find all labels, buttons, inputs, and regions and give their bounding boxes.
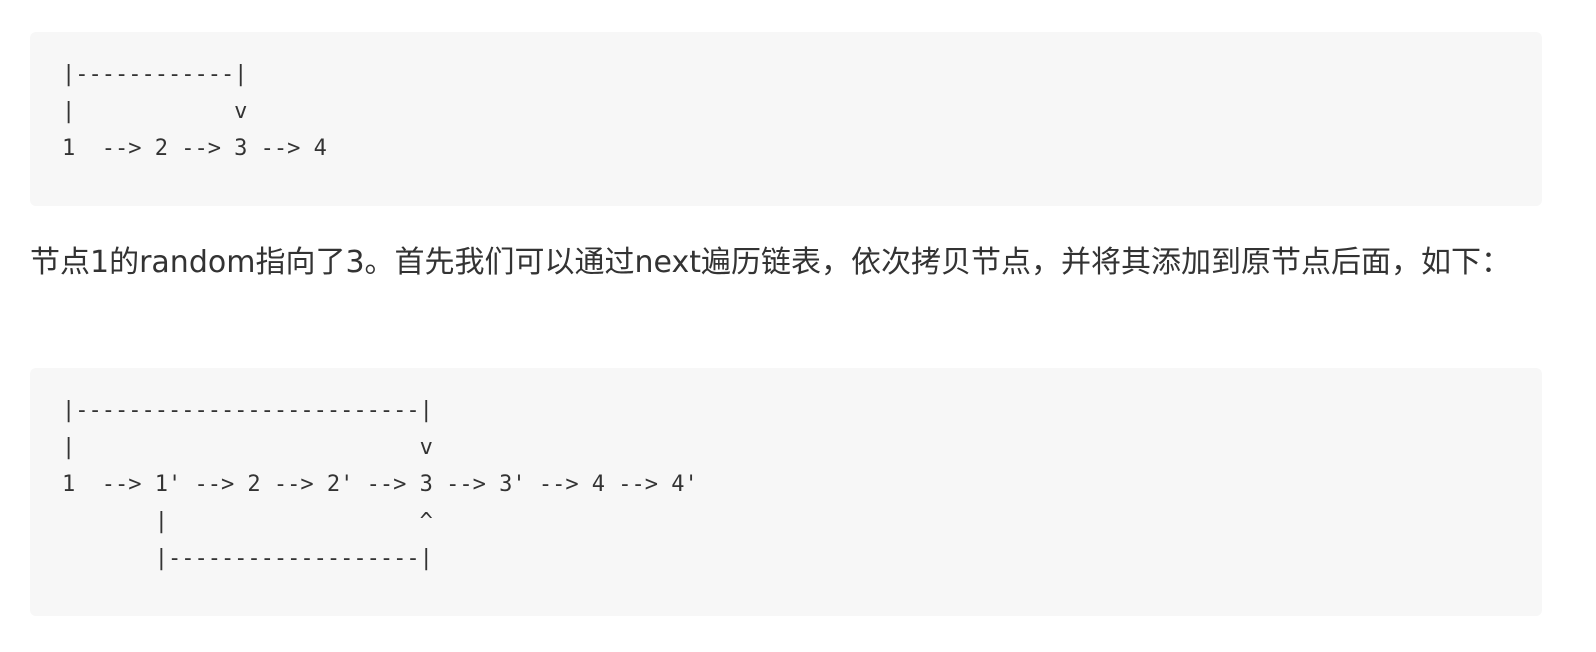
code-block-2: |--------------------------| | v 1 --> 1… [30,368,1542,616]
code-block-1: |------------| | v 1 --> 2 --> 3 --> 4 [30,32,1542,206]
paragraph-text: 节点1的random指向了3。首先我们可以通过next遍历链表，依次拷贝节点，并… [30,245,1511,280]
code-block-2-text: |--------------------------| | v 1 --> 1… [62,398,698,571]
code-block-1-text: |------------| | v 1 --> 2 --> 3 --> 4 [62,62,327,161]
